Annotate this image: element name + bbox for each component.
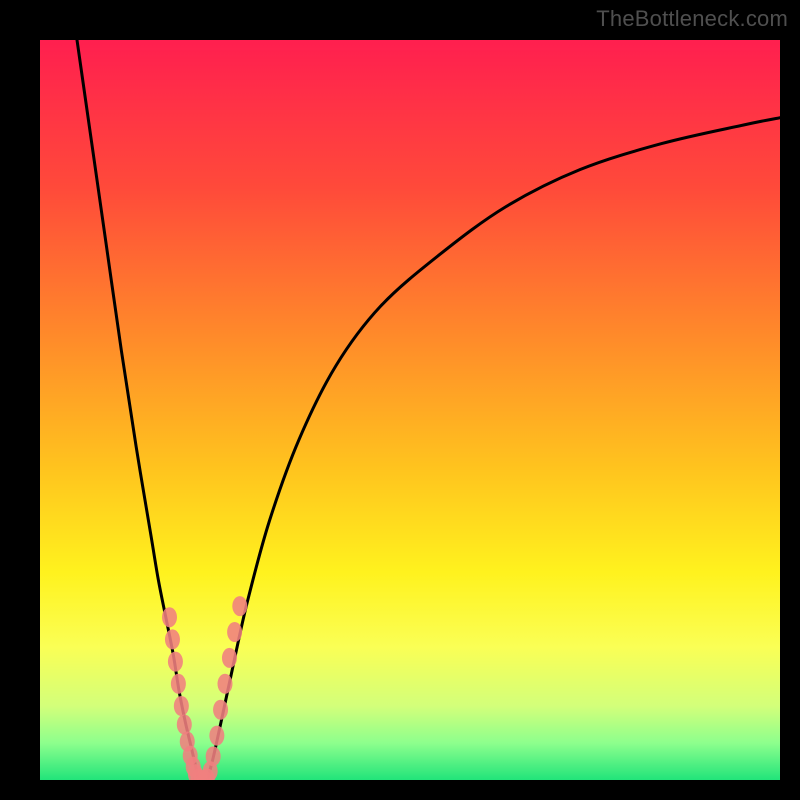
data-marker bbox=[162, 607, 177, 627]
curve-layer bbox=[40, 40, 780, 780]
data-marker bbox=[171, 674, 186, 694]
marker-group bbox=[162, 596, 247, 780]
curve-right-branch bbox=[207, 118, 780, 780]
data-marker bbox=[227, 622, 242, 642]
data-marker bbox=[168, 652, 183, 672]
chart-frame: TheBottleneck.com bbox=[0, 0, 800, 800]
data-marker bbox=[213, 700, 228, 720]
data-marker bbox=[209, 726, 224, 746]
data-marker bbox=[232, 596, 247, 616]
data-marker bbox=[218, 674, 233, 694]
watermark-text: TheBottleneck.com bbox=[596, 6, 788, 32]
data-marker bbox=[206, 746, 221, 766]
data-marker bbox=[174, 696, 189, 716]
data-marker bbox=[177, 715, 192, 735]
data-marker bbox=[222, 648, 237, 668]
data-marker bbox=[165, 629, 180, 649]
plot-area bbox=[40, 40, 780, 780]
